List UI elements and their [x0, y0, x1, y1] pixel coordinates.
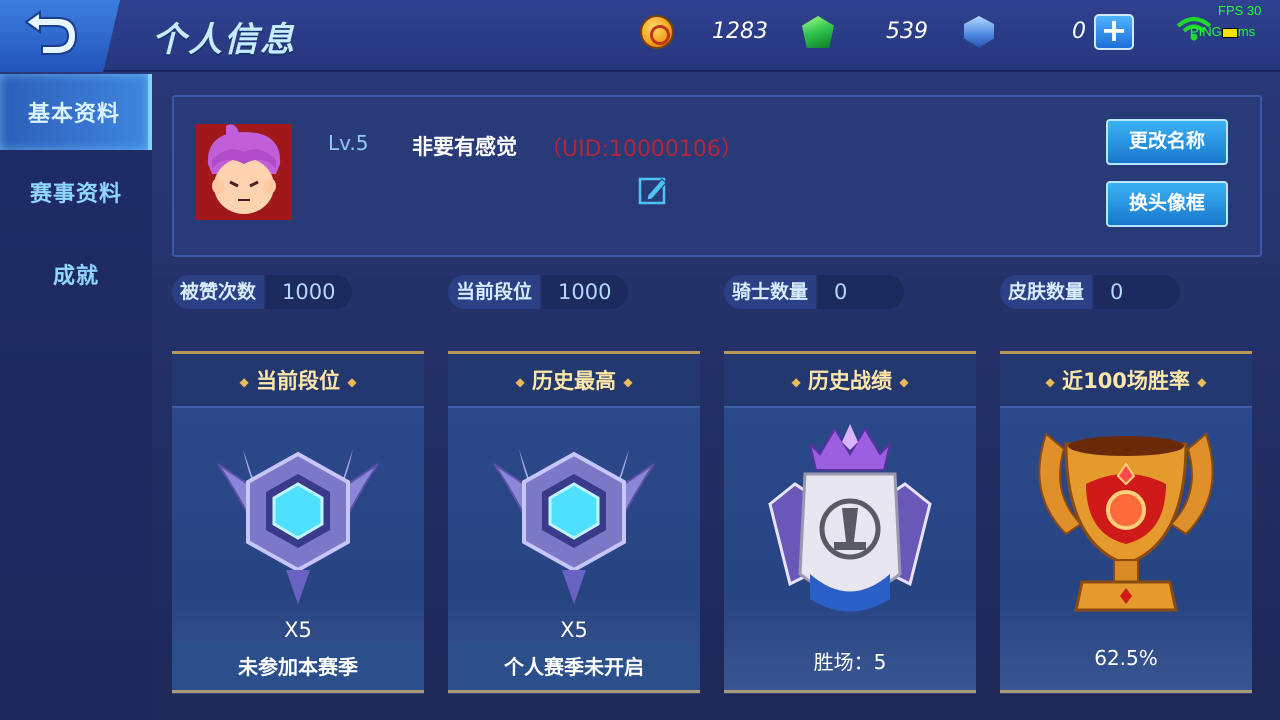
- card-value: 62.5%: [1094, 646, 1158, 670]
- card-title: ◆ 历史最高 ◆: [448, 354, 700, 408]
- card-title-text: 历史战绩: [808, 369, 892, 393]
- player-name: 非要有感觉: [412, 135, 517, 159]
- avatar[interactable]: [196, 124, 292, 220]
- back-button[interactable]: [0, 0, 120, 72]
- stat-skins: 皮肤数量 0: [1000, 275, 1180, 309]
- page-title: 个人信息: [152, 20, 296, 60]
- card-title: ◆ 近100场胜率 ◆: [1000, 354, 1252, 408]
- sidebar-item-match-info[interactable]: 赛事资料: [0, 154, 152, 230]
- fps-readout: FPS 30: [1218, 3, 1262, 18]
- player-level: Lv.5: [328, 131, 369, 155]
- gem-counter: 539: [802, 14, 928, 50]
- stat-value: 1000: [542, 275, 628, 309]
- stat-likes: 被赞次数 1000: [172, 275, 352, 309]
- card-value: 胜场：5: [813, 650, 887, 674]
- diamond-icon: ◆: [1197, 375, 1207, 389]
- plus-icon: +: [1100, 11, 1128, 49]
- card-count: X5: [284, 618, 312, 642]
- gem-value: 539: [886, 19, 928, 44]
- add-currency-button[interactable]: +: [1094, 14, 1134, 50]
- rank-emblem-icon: [493, 449, 655, 604]
- token-value: 0: [1072, 19, 1086, 44]
- gold-counter: 1283: [640, 14, 768, 50]
- card-title-text: 近100场胜率: [1062, 369, 1190, 393]
- badge-token-icon: [964, 16, 994, 48]
- change-frame-button[interactable]: 换头像框: [1106, 181, 1228, 227]
- rename-button[interactable]: 更改名称: [1106, 119, 1228, 165]
- ping-readout: PING ms: [1190, 24, 1255, 39]
- shield-crest-icon: [768, 424, 932, 612]
- stat-label: 骑士数量: [724, 275, 817, 309]
- diamond-icon: ◆: [239, 375, 249, 389]
- stat-label: 当前段位: [448, 275, 541, 309]
- stat-label: 皮肤数量: [1000, 275, 1093, 309]
- diamond-icon: ◆: [623, 375, 633, 389]
- stat-value: 1000: [266, 275, 352, 309]
- stat-rank: 当前段位 1000: [448, 275, 628, 309]
- card-match-history[interactable]: ◆ 历史战绩 ◆ 胜场：5: [724, 351, 976, 694]
- stat-knights: 骑士数量 0: [724, 275, 904, 309]
- avatar-portrait-icon: [196, 124, 292, 220]
- sidebar: 基本资料 赛事资料 成就: [0, 74, 152, 720]
- gold-coin-icon: [640, 15, 674, 49]
- diamond-icon: ◆: [791, 375, 801, 389]
- card-current-rank[interactable]: ◆ 当前段位 ◆ X5 未参加本赛季: [172, 351, 424, 694]
- stat-value: 0: [818, 275, 904, 309]
- sidebar-item-achievements[interactable]: 成就: [0, 236, 152, 312]
- card-title: ◆ 历史战绩 ◆: [724, 354, 976, 408]
- card-win-rate[interactable]: ◆ 近100场胜率 ◆ 62.5%: [1000, 351, 1252, 694]
- player-uid: （UID:10000106）: [540, 137, 743, 162]
- back-arrow-icon: [24, 10, 78, 55]
- diamond-icon: ◆: [347, 375, 357, 389]
- trophy-icon: [1038, 432, 1214, 612]
- card-footer: 个人赛季未开启: [448, 644, 700, 690]
- diamond-icon: ◆: [515, 375, 525, 389]
- stat-value: 0: [1094, 275, 1180, 309]
- card-count: X5: [560, 618, 588, 642]
- card-title-text: 历史最高: [532, 369, 616, 393]
- sidebar-item-basic-info[interactable]: 基本资料: [0, 74, 152, 150]
- green-gem-icon: [802, 16, 834, 48]
- top-bar: 个人信息 1283 539 0 + FPS 30 PING ms: [0, 0, 1280, 72]
- diamond-icon: ◆: [899, 375, 909, 389]
- edit-icon[interactable]: [638, 175, 668, 205]
- token-counter: 0: [964, 14, 1086, 50]
- card-title-text: 当前段位: [256, 369, 340, 393]
- ping-label: PING: [1190, 24, 1222, 39]
- rank-emblem-icon: [217, 449, 379, 604]
- diamond-icon: ◆: [1045, 375, 1055, 389]
- gold-value: 1283: [712, 19, 768, 44]
- ping-bar: [1221, 27, 1238, 38]
- card-title: ◆ 当前段位 ◆: [172, 354, 424, 408]
- card-footer: 未参加本赛季: [172, 644, 424, 690]
- profile-panel: Lv.5 非要有感觉 （UID:10000106） 更改名称 换头像框: [172, 95, 1262, 257]
- ping-unit: ms: [1237, 24, 1256, 39]
- stat-label: 被赞次数: [172, 275, 265, 309]
- card-highest-rank[interactable]: ◆ 历史最高 ◆ X5 个人赛季未开启: [448, 351, 700, 694]
